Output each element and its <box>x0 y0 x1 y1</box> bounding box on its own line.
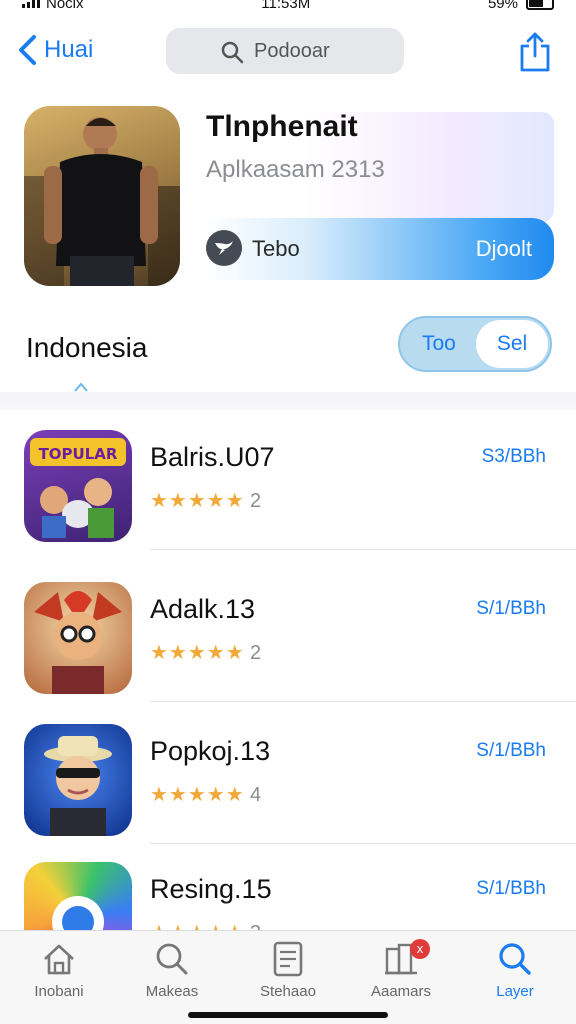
back-button[interactable]: Huai <box>16 34 93 66</box>
app-name: Popkoj.13 <box>150 736 271 766</box>
featured-title: Tlnphenait <box>206 110 358 143</box>
back-label: Huai <box>44 36 94 63</box>
list-item[interactable]: TOPULAR Balris.U07 ★★★★★ 2 S3/BBh <box>0 410 576 550</box>
featured-subtitle: Aplkaasam 2313 <box>206 156 385 183</box>
carrier-label: Nocix <box>46 0 84 12</box>
region-label: Indonesia <box>26 332 148 363</box>
featured-section: Tlnphenait Aplkaasam 2313 Tebo Djoolt <box>0 104 576 294</box>
document-icon <box>273 941 303 977</box>
search-icon <box>499 943 531 975</box>
segment-sel[interactable]: Sel <box>476 320 548 368</box>
tab-games[interactable]: Makeas <box>117 939 227 1009</box>
tab-label: Stehaao <box>260 983 316 1000</box>
battery-percent: 59% <box>487 0 518 12</box>
star-rating: ★★★★★ <box>150 784 245 806</box>
signal-icon <box>22 0 40 8</box>
region-header: Indonesia Too Sel <box>0 310 576 394</box>
search-field[interactable]: Podooar <box>166 28 404 74</box>
divider <box>150 549 576 550</box>
tab-label: Inobani <box>34 983 84 1000</box>
search-icon <box>221 41 244 64</box>
featured-action-bar[interactable]: Tebo Djoolt <box>206 218 554 280</box>
price-button[interactable]: S/1/BBh <box>476 878 546 900</box>
battery-icon <box>526 0 554 10</box>
list-item[interactable]: Popkoj.13 ★★★★★ 4 S/1/BBh <box>0 704 576 844</box>
tab-search[interactable]: Layer <box>460 939 570 1009</box>
rating-count: 2 <box>250 642 262 664</box>
navigation-bar: Huai Podooar <box>0 24 576 80</box>
star-rating: ★★★★★ <box>150 642 245 664</box>
caret-up-icon <box>74 382 88 392</box>
status-time: 11:53M <box>261 0 311 12</box>
app-icon <box>24 724 132 836</box>
tab-bar: Inobani Makeas Stehaao x Aaamars Layer <box>0 930 576 1024</box>
segment-top[interactable]: Too <box>422 332 456 356</box>
search-icon <box>156 943 188 975</box>
app-icon: TOPULAR <box>24 430 132 542</box>
rating-count: 4 <box>250 784 262 806</box>
status-bar: Nocix 11:53M 59% <box>0 0 576 14</box>
price-button[interactable]: S/1/BBh <box>476 598 546 620</box>
divider <box>150 701 576 702</box>
app-name: Balris.U07 <box>150 442 275 472</box>
section-separator <box>0 392 576 410</box>
price-button[interactable]: S/1/BBh <box>476 740 546 762</box>
tab-apps[interactable]: Stehaao <box>233 939 343 1009</box>
featured-action-label: Tebo <box>252 236 300 261</box>
segmented-control: Too Sel <box>398 316 552 372</box>
tab-arcade[interactable]: x Aaamars <box>346 939 456 1009</box>
app-name: Adalk.13 <box>150 594 256 624</box>
chevron-left-icon <box>19 35 36 65</box>
home-indicator[interactable] <box>188 1012 388 1018</box>
home-icon <box>44 944 74 975</box>
featured-app-image[interactable] <box>24 106 180 286</box>
app-icon-text: TOPULAR <box>39 445 118 463</box>
search-placeholder: Podooar <box>254 39 330 62</box>
tab-label: Layer <box>496 983 534 1000</box>
featured-get-button[interactable]: Djoolt <box>476 236 532 262</box>
app-name: Resing.15 <box>150 874 272 904</box>
tab-label: Aaamars <box>370 983 432 1000</box>
tab-label: Makeas <box>145 983 199 1000</box>
bird-icon <box>206 230 242 266</box>
app-icon <box>24 582 132 694</box>
price-button[interactable]: S3/BBh <box>482 446 546 468</box>
tab-today[interactable]: Inobani <box>4 939 114 1009</box>
list-item[interactable]: Adalk.13 ★★★★★ 2 S/1/BBh <box>0 562 576 702</box>
rating-count: 2 <box>250 490 262 512</box>
notification-badge: x <box>410 939 430 959</box>
share-icon[interactable] <box>518 32 552 72</box>
star-rating: ★★★★★ <box>150 490 245 512</box>
